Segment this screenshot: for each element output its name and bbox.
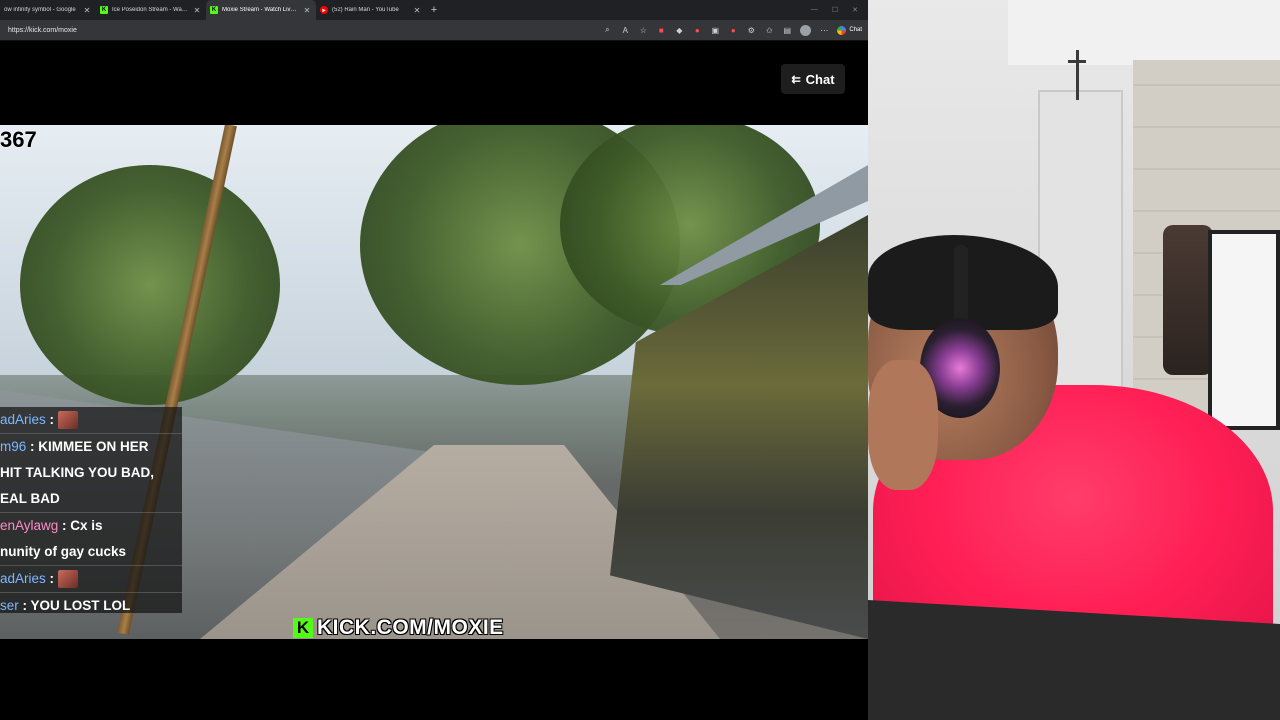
kick-icon: K	[100, 6, 108, 14]
chat-message: ser : YOU LOST LOL	[0, 593, 182, 619]
tab-moxie-stream[interactable]: K Moxie Stream - Watch Live o ✕	[206, 0, 316, 20]
favorite-star-icon[interactable]: ☆	[638, 25, 648, 35]
chat-text: nunity of gay cucks	[0, 544, 127, 559]
watermark-text: KICK.COM/MOXIE	[317, 616, 504, 639]
viewer-count: 367	[0, 127, 37, 152]
address-bar: https://kick.com/moxie ⌕ A ☆ ■ ◆ ● ▣ ● ⚙…	[0, 20, 868, 41]
chat-username: adAries	[0, 412, 46, 427]
chat-toggle-button[interactable]: ⇇ Chat	[781, 64, 845, 94]
crucifix-bar	[1068, 60, 1086, 63]
extension-screen-icon[interactable]: ▣	[710, 25, 720, 35]
webcam-jacket	[1163, 225, 1213, 375]
chat-message: enAylawg : Cx is	[0, 513, 182, 539]
tab-youtube-rain-man[interactable]: ▸ (52) Rain Man - YouTube ✕	[316, 0, 426, 20]
chat-username: m96	[0, 439, 27, 454]
chat-username: adAries	[0, 571, 46, 586]
kick-page: ⇇ Chat 367 adAries : m96 : KIMMEE ON HER	[0, 41, 868, 720]
stream-chat-overlay: adAries : m96 : KIMMEE ON HER HIT TALKIN…	[0, 407, 182, 613]
close-icon[interactable]: ✕	[302, 6, 312, 15]
extension-diamond-icon[interactable]: ◆	[674, 25, 684, 35]
close-icon[interactable]: ✕	[192, 6, 202, 15]
settings-icon[interactable]: ⚙	[746, 25, 756, 35]
chat-message: adAries :	[0, 407, 182, 434]
youtube-icon: ▸	[320, 6, 328, 14]
close-window-icon[interactable]: ✕	[852, 6, 858, 14]
crucifix-icon	[1076, 50, 1079, 100]
extension-record-icon[interactable]: ●	[692, 25, 702, 35]
chat-text: HIT TALKING YOU BAD,	[0, 465, 154, 480]
chat-username: enAylawg	[0, 518, 59, 533]
webcam-feed	[868, 0, 1280, 720]
url-field[interactable]: https://kick.com/moxie	[8, 27, 77, 34]
tab-title: Ice Poseidon Stream - Watch Live	[112, 7, 188, 13]
extension-red-icon[interactable]: ●	[728, 25, 738, 35]
tab-title: Moxie Stream - Watch Live o	[222, 7, 298, 13]
collections-icon[interactable]: ▤	[782, 25, 792, 35]
close-icon[interactable]: ✕	[82, 6, 92, 15]
chat-message-continuation: EAL BAD	[0, 486, 182, 513]
chat-text: KIMMEE ON HER	[38, 439, 149, 454]
tab-google-search[interactable]: ow infinity symbol - Google ✕	[0, 0, 96, 20]
extension-icon[interactable]: ■	[656, 25, 666, 35]
chat-separator: :	[58, 518, 71, 533]
profile-avatar[interactable]	[800, 24, 812, 36]
chat-message-continuation: nunity of gay cucks	[0, 539, 182, 566]
chat-separator: :	[45, 571, 58, 586]
copilot-icon	[837, 25, 847, 35]
webcam-mirror	[1208, 230, 1280, 430]
copilot-chat-label: Chat	[849, 27, 862, 33]
new-tab-button[interactable]: +	[426, 4, 442, 16]
kick-icon: K	[210, 6, 218, 14]
chat-message-continuation: HIT TALKING YOU BAD,	[0, 460, 182, 486]
window-controls: — ☐ ✕	[811, 6, 868, 14]
close-icon[interactable]: ✕	[412, 6, 422, 15]
more-menu-icon[interactable]: ⋯	[819, 25, 829, 35]
chat-separator: :	[18, 598, 31, 613]
browser-tab-bar: ow infinity symbol - Google ✕ K Ice Pose…	[0, 0, 868, 20]
chat-toggle-label: Chat	[805, 71, 835, 87]
kick-watermark: K KICK.COM/MOXIE	[293, 616, 504, 639]
extension-toolbar: ⌕ A ☆ ■ ◆ ● ▣ ● ⚙ ✩ ▤ ⋯ Chat	[602, 24, 868, 36]
chat-text: Cx is	[70, 518, 103, 533]
copilot-chat-button[interactable]: Chat	[837, 25, 862, 35]
emote-icon	[57, 411, 78, 430]
kick-logo-icon: K	[293, 618, 313, 638]
emote-icon	[57, 570, 78, 589]
tab-title: ow infinity symbol - Google	[4, 7, 76, 13]
video-tree	[20, 165, 280, 405]
chat-separator: :	[26, 439, 39, 454]
chat-message: adAries :	[0, 566, 182, 593]
tab-title: (52) Rain Man - YouTube	[332, 7, 399, 13]
video-player[interactable]: 367 adAries : m96 : KIMMEE ON HER HIT TA…	[0, 125, 868, 639]
chat-username: ser	[0, 598, 19, 613]
chat-message: m96 : KIMMEE ON HER	[0, 434, 182, 460]
read-aloud-icon[interactable]: A	[620, 25, 630, 35]
tab-ice-poseidon[interactable]: K Ice Poseidon Stream - Watch Live ✕	[96, 0, 206, 20]
chat-separator: :	[45, 412, 58, 427]
maximize-icon[interactable]: ☐	[832, 6, 838, 14]
minimize-icon[interactable]: —	[811, 6, 818, 14]
chat-text: EAL BAD	[0, 491, 60, 506]
zoom-icon[interactable]: ⌕	[602, 25, 612, 35]
chat-text: YOU LOST LOL	[30, 598, 131, 613]
bookmarks-icon[interactable]: ✩	[764, 25, 774, 35]
streamer-hand	[868, 360, 938, 490]
webcam-ceiling	[1008, 0, 1280, 65]
expand-chat-icon: ⇇	[791, 73, 801, 86]
